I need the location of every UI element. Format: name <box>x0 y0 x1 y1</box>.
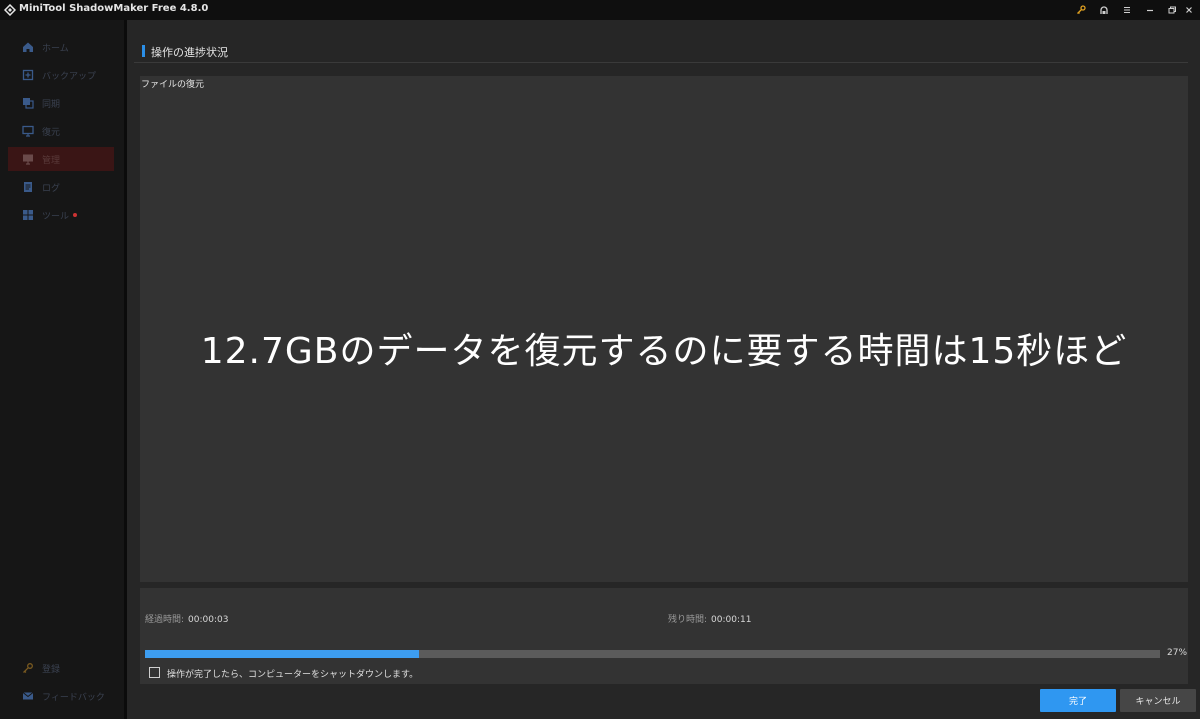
sidebar-item-label: ツール <box>42 211 70 222</box>
header-accent-bar <box>142 45 145 57</box>
sidebar-item-label: ホーム <box>42 43 69 54</box>
sidebar: ホーム バックアップ 同期 復元 管理 ログ ツール 登録 フィードバック <box>0 20 124 719</box>
close-icon <box>1186 7 1192 13</box>
restore-monitor-icon <box>22 125 34 137</box>
menu-icon <box>1124 6 1130 14</box>
sidebar-item-sync[interactable]: 同期 <box>8 91 114 115</box>
register-key-button[interactable] <box>1070 0 1092 20</box>
log-title: ファイルの復元 <box>141 80 205 90</box>
sidebar-item-label: 登録 <box>42 664 61 675</box>
sync-icon <box>22 97 34 109</box>
operation-log-panel: ファイルの復元 12.7GBのデータを復元するのに要する時間は15秒ほど <box>140 76 1188 582</box>
sidebar-item-log[interactable]: ログ <box>8 175 114 199</box>
shutdown-checkbox[interactable] <box>149 667 160 678</box>
progress-bar <box>145 650 1160 658</box>
user-icon <box>1100 6 1108 14</box>
app-logo-icon <box>4 4 16 16</box>
page-title: 操作の進捗状況 <box>151 46 228 59</box>
sidebar-item-label: ログ <box>42 183 61 194</box>
cancel-button[interactable]: キャンセル <box>1120 689 1196 712</box>
sidebar-item-home[interactable]: ホーム <box>8 35 114 59</box>
close-button[interactable] <box>1178 0 1200 20</box>
progress-percent: 27% <box>1167 648 1188 658</box>
elapsed-time-value: 00:00:03 <box>188 615 229 625</box>
remaining-time: 残り時間: 00:00:11 <box>668 612 751 625</box>
progress-bar-fill <box>145 650 420 658</box>
progress-status-panel: 経過時間: 00:00:03 残り時間: 00:00:11 27% 操作が完了したら… <box>140 588 1188 684</box>
remaining-time-label: 残り時間: <box>668 615 708 625</box>
sidebar-item-tools[interactable]: ツール <box>8 203 114 227</box>
shutdown-checkbox-label[interactable]: 操作が完了したら、コンピューターをシャットダウンします。 <box>167 667 418 680</box>
new-badge-dot <box>73 213 78 217</box>
minimize-icon <box>1147 9 1153 12</box>
remaining-time-value: 00:00:11 <box>711 615 752 625</box>
restore-icon <box>1168 6 1176 14</box>
sidebar-item-label: フィードバック <box>42 692 105 703</box>
tools-icon <box>22 209 34 221</box>
title-bar: MiniTool ShadowMaker Free 4.8.0 <box>0 0 1200 20</box>
sidebar-item-label: 復元 <box>42 127 61 138</box>
section-header: 操作の進捗状況 <box>134 42 1188 63</box>
log-icon <box>22 181 34 193</box>
elapsed-time-label: 経過時間: <box>145 615 185 625</box>
finish-button[interactable]: 完了 <box>1040 689 1116 712</box>
menu-button[interactable] <box>1116 0 1138 20</box>
sidebar-item-label: バックアップ <box>42 71 97 82</box>
sidebar-item-register[interactable]: 登録 <box>8 656 114 680</box>
home-icon <box>22 41 34 53</box>
account-button[interactable] <box>1093 0 1115 20</box>
manage-icon <box>22 153 34 165</box>
sidebar-item-backup[interactable]: バックアップ <box>8 63 114 87</box>
minimize-button[interactable] <box>1139 0 1161 20</box>
sidebar-item-feedback[interactable]: フィードバック <box>8 684 114 708</box>
app-title: MiniTool ShadowMaker Free 4.8.0 <box>19 3 209 14</box>
key-icon <box>22 662 34 674</box>
sidebar-item-label: 同期 <box>42 99 61 110</box>
sidebar-item-label: 管理 <box>42 155 61 166</box>
sidebar-item-manage[interactable]: 管理 <box>8 147 114 171</box>
backup-icon <box>22 69 34 81</box>
key-icon <box>1077 5 1086 14</box>
sidebar-item-restore[interactable]: 復元 <box>8 119 114 143</box>
mail-icon <box>22 690 34 702</box>
overlay-caption: 12.7GBのデータを復元するのに要する時間は15秒ほど <box>200 331 1128 372</box>
elapsed-time: 経過時間: 00:00:03 <box>145 612 228 625</box>
